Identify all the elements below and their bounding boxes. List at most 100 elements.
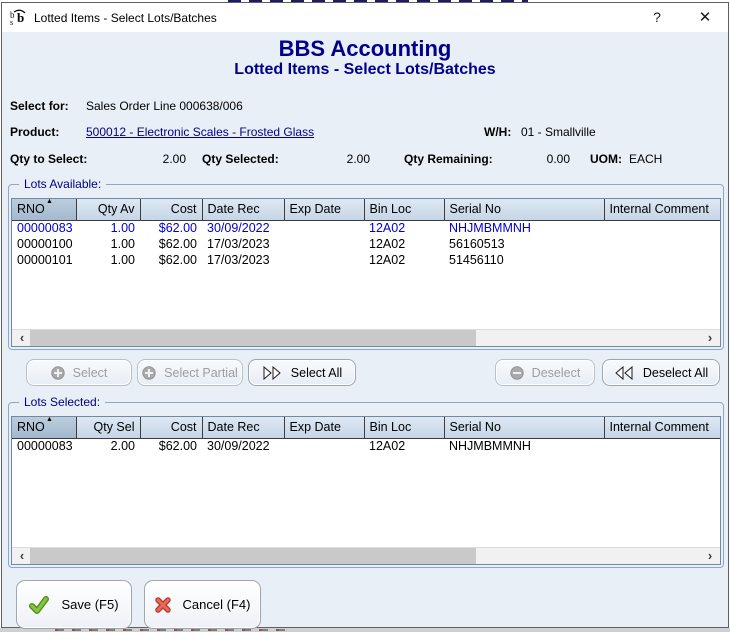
column-header-rno[interactable]: RNO▲ [12, 199, 76, 220]
table-cell[interactable] [604, 438, 720, 454]
circle-minus-icon [510, 366, 524, 380]
product-label: Product: [10, 125, 59, 139]
table-cell[interactable]: $62.00 [140, 236, 202, 252]
column-header-bin-loc[interactable]: Bin Loc [364, 199, 444, 220]
table-cell[interactable]: 12A02 [364, 236, 444, 252]
product-link[interactable]: 500012 - Electronic Scales - Frosted Gla… [86, 125, 314, 139]
table-cell[interactable]: NHJMBMMNH [444, 220, 604, 236]
column-header-internal-comment[interactable]: Internal Comment [604, 417, 720, 438]
table-cell[interactable]: 12A02 [364, 438, 444, 454]
lots-available-group: Lots Available: RNO▲ Qty Av Cost Date Re… [8, 184, 724, 350]
table-cell[interactable]: 1.00 [76, 252, 140, 268]
table-cell[interactable] [284, 252, 364, 268]
table-cell[interactable]: 1.00 [76, 236, 140, 252]
table-cell[interactable] [604, 220, 720, 236]
circle-plus-icon [142, 366, 156, 380]
table-row[interactable]: 000000831.00$62.0030/09/2022 12A02NHJMBMM… [12, 220, 720, 236]
sort-ascending-icon: ▲ [46, 417, 53, 423]
table-cell[interactable]: 51456110 [444, 252, 604, 268]
table-cell[interactable]: 17/03/2023 [202, 252, 284, 268]
column-header-rno[interactable]: RNO▲ [12, 417, 76, 438]
table-header-row: RNO▲ Qty Av Cost Date Rec Exp Date Bin L… [12, 199, 720, 220]
qty-to-select-value: 2.00 [122, 152, 186, 166]
close-button[interactable]: ✕ [694, 7, 716, 28]
table-cell[interactable] [284, 220, 364, 236]
warehouse-value: 01 - Smallville [521, 125, 596, 139]
svg-text:s: s [10, 18, 13, 26]
select-all-button[interactable]: Select All [248, 359, 356, 386]
deselect-button[interactable]: Deselect [495, 359, 595, 386]
table-cell[interactable]: 30/09/2022 [202, 438, 284, 454]
app-title: BBS Accounting [2, 36, 728, 62]
scrollbar-thumb[interactable] [30, 330, 476, 346]
lots-selected-group: Lots Selected: RNO▲ Qty Sel Cost Date Re… [8, 402, 724, 568]
column-header-cost[interactable]: Cost [140, 417, 202, 438]
window-title: Lotted Items - Select Lots/Batches [34, 11, 217, 25]
dialog-window: b s b Lotted Items - Select Lots/Batches… [1, 2, 729, 628]
table-cell[interactable]: $62.00 [140, 252, 202, 268]
column-header-qty-sel[interactable]: Qty Sel [76, 417, 140, 438]
scrollbar-thumb[interactable] [30, 548, 476, 564]
save-button[interactable]: Save (F5) [16, 580, 132, 629]
table-row[interactable]: 000000832.00$62.0030/09/2022 12A02NHJMBMM… [12, 438, 720, 454]
table-row[interactable]: 000001001.00$62.0017/03/2023 12A025616051… [12, 236, 720, 252]
table-cell[interactable]: 12A02 [364, 220, 444, 236]
scroll-right-icon[interactable]: › [702, 330, 718, 346]
column-header-cost[interactable]: Cost [140, 199, 202, 220]
table-cell[interactable]: 00000100 [12, 236, 76, 252]
table-cell[interactable]: 17/03/2023 [202, 236, 284, 252]
table-cell[interactable]: 30/09/2022 [202, 220, 284, 236]
column-header-date-rec[interactable]: Date Rec [202, 417, 284, 438]
bbs-app-icon: b s b [10, 9, 28, 26]
scroll-left-icon[interactable]: ‹ [14, 548, 30, 564]
green-check-icon [29, 596, 49, 614]
qty-remaining-value: 0.00 [500, 152, 570, 166]
table-row[interactable]: 000001011.00$62.0017/03/2023 12A025145611… [12, 252, 720, 268]
window-titlebar: b s b Lotted Items - Select Lots/Batches… [2, 3, 728, 32]
select-button[interactable]: Select [26, 359, 132, 386]
scroll-left-icon[interactable]: ‹ [14, 330, 30, 346]
column-header-exp-date[interactable]: Exp Date [284, 417, 364, 438]
lots-selected-legend: Lots Selected: [19, 395, 105, 409]
help-button[interactable]: ? [646, 7, 668, 28]
table-cell[interactable] [604, 236, 720, 252]
qty-selected-value: 2.00 [302, 152, 370, 166]
cancel-button[interactable]: Cancel (F4) [144, 580, 261, 629]
table-cell[interactable] [604, 252, 720, 268]
column-header-serial-no[interactable]: Serial No [444, 199, 604, 220]
double-right-arrow-icon [262, 366, 283, 380]
sort-ascending-icon: ▲ [46, 199, 53, 205]
table-cell[interactable]: 00000083 [12, 438, 76, 454]
table-cell[interactable] [284, 236, 364, 252]
table-cell[interactable]: 2.00 [76, 438, 140, 454]
column-header-qty-av[interactable]: Qty Av [76, 199, 140, 220]
page-title: Lotted Items - Select Lots/Batches [2, 61, 728, 79]
svg-text:b: b [17, 10, 24, 25]
table-cell[interactable]: NHJMBMMNH [444, 438, 604, 454]
column-header-bin-loc[interactable]: Bin Loc [364, 417, 444, 438]
column-header-serial-no[interactable]: Serial No [444, 417, 604, 438]
lots-selected-table: RNO▲ Qty Sel Cost Date Rec Exp Date Bin … [11, 416, 721, 565]
horizontal-scrollbar[interactable]: ‹ › [12, 547, 720, 564]
table-cell[interactable] [284, 438, 364, 454]
table-cell[interactable]: $62.00 [140, 438, 202, 454]
deselect-all-button[interactable]: Deselect All [602, 359, 720, 386]
table-cell[interactable]: $62.00 [140, 220, 202, 236]
table-cell[interactable]: 12A02 [364, 252, 444, 268]
column-header-date-rec[interactable]: Date Rec [202, 199, 284, 220]
lots-available-table: RNO▲ Qty Av Cost Date Rec Exp Date Bin L… [11, 198, 721, 347]
column-header-exp-date[interactable]: Exp Date [284, 199, 364, 220]
select-partial-button[interactable]: Select Partial [137, 359, 243, 386]
table-cell[interactable]: 00000101 [12, 252, 76, 268]
double-left-arrow-icon [614, 366, 635, 380]
scroll-right-icon[interactable]: › [702, 548, 718, 564]
qty-remaining-label: Qty Remaining: [404, 152, 493, 166]
table-cell[interactable]: 56160513 [444, 236, 604, 252]
select-for-label: Select for: [10, 99, 69, 113]
red-x-icon [155, 597, 171, 613]
column-header-internal-comment[interactable]: Internal Comment [604, 199, 720, 220]
horizontal-scrollbar[interactable]: ‹ › [12, 329, 720, 346]
table-header-row: RNO▲ Qty Sel Cost Date Rec Exp Date Bin … [12, 417, 720, 438]
table-cell[interactable]: 00000083 [12, 220, 76, 236]
table-cell[interactable]: 1.00 [76, 220, 140, 236]
